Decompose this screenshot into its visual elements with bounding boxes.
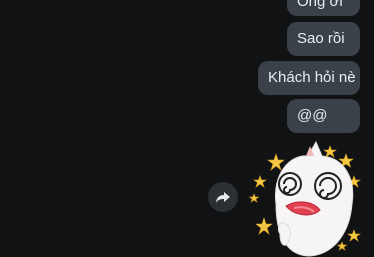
message-text: Ông ơi	[297, 0, 343, 10]
share-arrow-icon	[216, 192, 230, 203]
message-bubble[interactable]: Sao rồi	[287, 22, 360, 56]
dizzy-cat-sticker-icon[interactable]	[246, 134, 374, 257]
forward-button[interactable]	[208, 182, 238, 212]
message-bubble[interactable]: Ông ơi	[287, 0, 360, 16]
message-bubble[interactable]: Khách hỏi nè	[258, 61, 360, 95]
message-text: @@	[297, 107, 328, 124]
message-text: Sao rồi	[297, 30, 345, 47]
message-bubble[interactable]: @@	[287, 99, 360, 133]
message-text: Khách hỏi nè	[268, 69, 356, 86]
